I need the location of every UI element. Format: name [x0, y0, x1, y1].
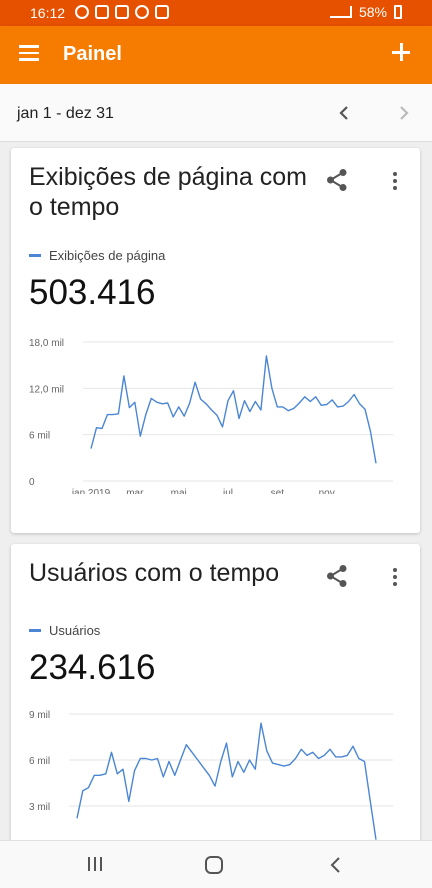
x-tick-label: set [271, 488, 285, 494]
legend-label: Exibições de página [49, 248, 166, 263]
x-tick-label: jul [222, 488, 233, 494]
system-icons: 58% [329, 4, 402, 20]
users-chart: 3 mil 6 mil 9 mil [29, 710, 393, 840]
notification-icon [135, 5, 149, 19]
system-nav-bar [0, 840, 432, 888]
users-card: Usuários com o tempo Usuários 234.616 3 … [11, 544, 420, 844]
home-icon[interactable] [204, 855, 224, 875]
battery-icon [394, 5, 402, 19]
y-tick-label: 6 mil [29, 756, 50, 767]
legend-swatch [29, 629, 41, 632]
x-tick-label: jan 2019 [71, 488, 111, 494]
total-value: 503.416 [29, 273, 156, 312]
app-bar: Painel [0, 26, 432, 84]
laptop-icon [155, 5, 169, 19]
series-line [76, 722, 377, 840]
y-tick-label: 3 mil [29, 802, 50, 813]
signal-icon [329, 6, 352, 18]
chevron-right-icon[interactable] [396, 103, 412, 123]
pageviews-card: Exibições de página com o tempo Exibiçõe… [11, 148, 420, 533]
card-title: Usuários com o tempo [29, 559, 280, 587]
legend-swatch [29, 254, 41, 257]
pageviews-chart: 0 6 mil 12,0 mil 18,0 mil jan 2019 mar mai jul s… [29, 338, 393, 494]
y-tick-label: 12,0 mil [29, 384, 64, 395]
page-title: Painel [63, 43, 122, 65]
x-tick-label: mai [171, 488, 187, 494]
x-tick-label: mar [126, 488, 144, 494]
plus-icon[interactable] [392, 43, 410, 61]
y-tick-label: 18,0 mil [29, 338, 64, 349]
series-line [90, 355, 377, 464]
more-vert-icon[interactable] [388, 170, 402, 192]
back-icon[interactable] [328, 855, 344, 875]
notification-icon [95, 5, 109, 19]
date-range-bar: jan 1 - dez 31 [0, 84, 432, 142]
y-tick-label: 9 mil [29, 710, 50, 721]
whatsapp-icon [75, 5, 89, 19]
share-icon[interactable] [326, 564, 348, 588]
date-range-label[interactable]: jan 1 - dez 31 [17, 105, 114, 123]
status-bar: 16:12 58% [0, 0, 432, 26]
y-tick-label: 6 mil [29, 431, 50, 442]
menu-icon[interactable] [19, 45, 39, 61]
more-vert-icon[interactable] [388, 566, 402, 588]
x-tick-label: nov [319, 488, 335, 494]
recent-apps-icon[interactable] [86, 855, 104, 873]
status-time: 16:12 [30, 5, 66, 21]
card-title: Exibições de página com o tempo [29, 163, 307, 221]
battery-level: 58% [358, 4, 387, 20]
legend-label: Usuários [49, 623, 101, 638]
share-icon[interactable] [326, 168, 348, 192]
y-tick-label: 0 [29, 477, 35, 488]
notification-icon [115, 5, 129, 19]
chart-legend: Exibições de página [29, 248, 165, 263]
total-value: 234.616 [29, 648, 156, 687]
chart-legend: Usuários [29, 623, 100, 638]
chevron-left-icon[interactable] [336, 103, 352, 123]
notification-icons [75, 5, 169, 19]
